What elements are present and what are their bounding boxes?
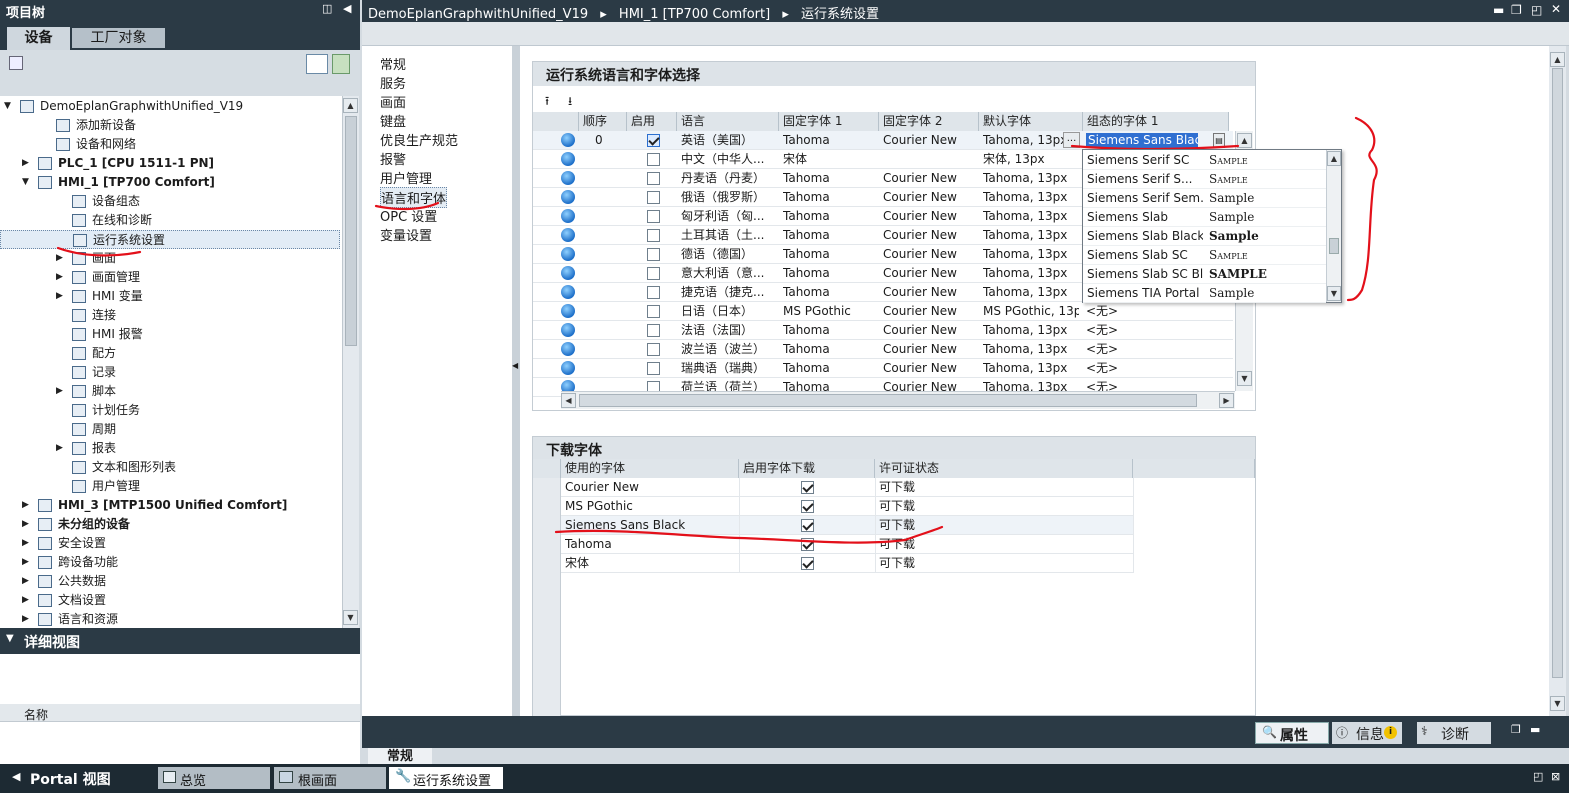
font-option[interactable]: Siemens Slab Sample [1083,208,1326,227]
font-option[interactable]: Siemens Serif S... Sample [1083,170,1326,189]
font-option-sample: Sample [1209,153,1248,167]
dropdown-scrollbar[interactable]: ▲ ▼ [1326,150,1341,302]
annotation-brace [1346,116,1378,302]
font-option-sample: Sample [1209,191,1255,205]
font-option-sample: Sample [1209,172,1248,186]
font-option-sample: Sample [1209,248,1248,262]
annotation-underline-download [554,525,944,544]
scroll-up-icon[interactable]: ▲ [1327,151,1341,166]
annotation-underline-tree [56,246,142,257]
font-option-name: Siemens Slab Black [1087,229,1203,243]
font-option[interactable]: Siemens TIA Portal ... Sample [1083,284,1326,303]
dropdown-scroll-thumb[interactable] [1329,238,1339,254]
font-option-sample: Sample [1209,229,1259,243]
font-option[interactable]: Siemens Serif SC Sample [1083,151,1326,170]
font-option[interactable]: Siemens Slab SC Sample [1083,246,1326,265]
font-option-sample: SAMPLE [1209,267,1267,281]
annotation-underline-nav [374,201,440,211]
font-option-name: Siemens Serif S... [1087,172,1193,186]
font-option-sample: Sample [1209,286,1255,300]
font-option[interactable]: Siemens Slab SC Bl... SAMPLE [1083,265,1326,284]
font-option-name: Siemens Slab SC Bl... [1087,267,1203,281]
font-option-name: Siemens Serif SC [1087,153,1190,167]
font-option[interactable]: Siemens Slab Black Sample [1083,227,1326,246]
font-option-sample: Sample [1209,210,1255,224]
font-option[interactable]: Siemens Serif Sem... Sample [1083,189,1326,208]
font-dropdown-list[interactable]: Siemens Serif SC Sample Siemens Serif S...… [1082,149,1342,303]
font-option-name: Siemens Slab [1087,210,1168,224]
scroll-down-icon[interactable]: ▼ [1327,286,1341,301]
font-option-name: Siemens Serif Sem... [1087,191,1203,205]
font-option-name: Siemens TIA Portal ... [1087,286,1203,300]
font-option-name: Siemens Slab SC [1087,248,1188,262]
red-annotations [56,116,1378,544]
